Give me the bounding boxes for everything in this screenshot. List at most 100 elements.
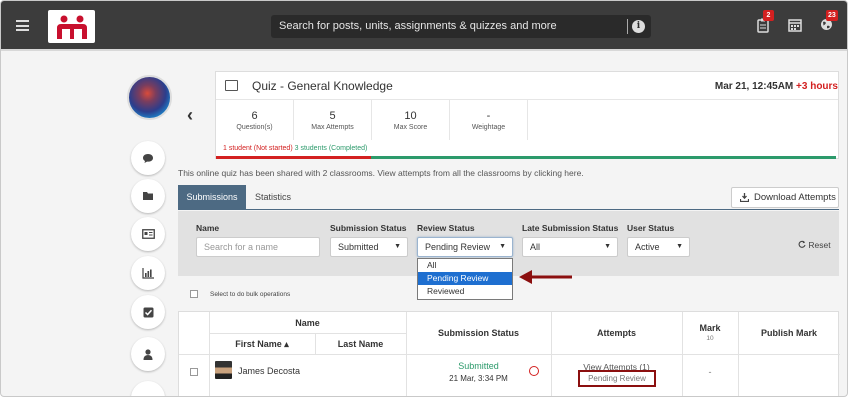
info-icon[interactable]: i — [632, 20, 645, 33]
name-column-header: Name — [295, 318, 320, 328]
publish-mark-column-header: Publish Mark — [760, 328, 817, 338]
top-bar: Search for posts, units, assignments & q… — [1, 1, 847, 51]
chevron-down-icon: ▼ — [499, 243, 506, 250]
back-chevron-icon[interactable]: ‹ — [187, 105, 193, 126]
chevron-down-icon: ▼ — [394, 243, 401, 250]
quiz-card-header: Quiz - General Knowledge Mar 21, 12:45AM… — [216, 72, 838, 100]
download-icon — [740, 193, 749, 202]
name-filter-label: Name — [196, 223, 220, 233]
shared-text: This online quiz has been shared with 2 … — [178, 168, 532, 178]
completion-bar — [216, 156, 836, 159]
submissions-table: Name First Name ▴ Last Name Submission S… — [178, 311, 840, 396]
menu-icon[interactable] — [16, 20, 29, 31]
row-select-checkbox[interactable] — [190, 368, 198, 376]
assignments-badge: 2 — [763, 10, 774, 21]
clicking-here-link[interactable]: clicking here. — [534, 168, 584, 178]
search-placeholder: Search for posts, units, assignments & q… — [279, 20, 557, 32]
stat-value: 10 — [404, 110, 417, 122]
completed-bar — [371, 156, 836, 159]
not-started-count[interactable]: 1 student (Not started) — [223, 145, 293, 152]
quiz-stats: 6 Question(s) 5 Max Attempts 10 Max Score -… — [216, 100, 528, 140]
mark-value: - — [708, 367, 712, 377]
chevron-down-icon: ▼ — [604, 243, 611, 250]
reset-icon — [798, 240, 806, 248]
user-status-select[interactable]: Active ▼ — [627, 237, 690, 257]
stat-max-score: 10 Max Score — [372, 100, 450, 140]
first-name-column-header[interactable]: First Name ▴ — [209, 339, 315, 350]
not-started-bar — [216, 156, 371, 159]
late-submission-value: All — [530, 242, 541, 252]
search-input[interactable]: Search for posts, units, assignments & q… — [271, 15, 651, 38]
id-card-icon[interactable] — [131, 217, 165, 251]
bulk-select-checkbox[interactable] — [190, 290, 198, 298]
stat-label: Max Attempts — [311, 124, 354, 131]
bar-chart-icon[interactable] — [131, 256, 165, 290]
stat-value: - — [486, 110, 491, 122]
name-search-input[interactable]: Search for a name — [196, 237, 320, 257]
notifications-badge: 23 — [826, 10, 838, 21]
student-avatar — [215, 361, 232, 379]
folder-icon[interactable] — [131, 179, 165, 213]
download-attempts-button[interactable]: Download Attempts — [731, 187, 839, 208]
tab-underline — [178, 209, 839, 210]
review-status-label: Review Status — [417, 223, 475, 233]
review-option-all[interactable]: All — [418, 259, 512, 272]
stat-weightage: - Weightage — [450, 100, 528, 140]
tab-statistics[interactable]: Statistics — [255, 185, 291, 209]
annotation-arrow — [519, 270, 572, 284]
user-status-label: User Status — [627, 223, 675, 233]
user-icon[interactable] — [131, 337, 165, 371]
review-status-select[interactable]: Pending Review ▼ — [417, 237, 513, 257]
submission-status-column-header: Submission Status — [437, 328, 519, 338]
chat-icon[interactable] — [131, 141, 165, 175]
late-submission-label: Late Submission Status — [522, 223, 619, 233]
row-divider — [179, 354, 840, 355]
checkbox-icon[interactable] — [131, 295, 165, 329]
mark-max-label: 10 — [706, 335, 714, 342]
submission-status-select[interactable]: Submitted ▼ — [330, 237, 408, 257]
submission-date: 21 Mar, 3:34 PM — [449, 374, 508, 383]
late-submission-select[interactable]: All ▼ — [522, 237, 618, 257]
user-status-value: Active — [635, 242, 660, 252]
globe-icon[interactable]: 23 — [820, 10, 838, 34]
mark-column-header: Mark — [699, 323, 721, 333]
classroom-avatar[interactable] — [127, 75, 172, 120]
shared-notice: This online quiz has been shared with 2 … — [178, 168, 584, 178]
reset-label: Reset — [808, 240, 831, 250]
pending-review-link[interactable]: Pending Review — [588, 374, 646, 383]
completion-summary: 1 student (Not started) 3 students (Comp… — [223, 145, 367, 152]
review-option-reviewed[interactable]: Reviewed — [418, 285, 512, 298]
bulk-operations-label: Select to do bulk operations — [210, 291, 291, 298]
more-rail-button[interactable] — [131, 381, 165, 396]
tab-submissions[interactable]: Submissions — [178, 185, 246, 209]
download-attempts-label: Download Attempts — [754, 192, 836, 203]
last-name-column-header[interactable]: Last Name — [315, 339, 406, 349]
quiz-date-text: Mar 21, 12:45AM — [714, 81, 794, 92]
quiz-card: Quiz - General Knowledge Mar 21, 12:45AM… — [215, 71, 839, 159]
review-status-value: Pending Review — [425, 242, 491, 252]
stat-value: 5 — [329, 110, 336, 122]
clipboard-icon[interactable]: 2 — [757, 10, 774, 34]
logo[interactable] — [48, 10, 95, 43]
stat-value: 6 — [251, 110, 258, 122]
completed-count[interactable]: 3 students (Completed) — [295, 145, 368, 152]
quiz-date: Mar 21, 12:45AM +3 hours — [715, 81, 838, 92]
reset-button[interactable]: Reset — [798, 240, 831, 250]
search-divider — [627, 19, 628, 34]
late-timer-icon — [529, 366, 539, 376]
app-window: Search for posts, units, assignments & q… — [0, 0, 848, 397]
student-first-name[interactable]: James Decosta — [238, 366, 300, 376]
stat-label: Weightage — [471, 124, 506, 131]
row-divider — [209, 333, 406, 334]
stat-questions: 6 Question(s) — [216, 100, 294, 140]
calendar-icon[interactable] — [788, 18, 804, 34]
stat-max-attempts: 5 Max Attempts — [294, 100, 372, 140]
review-option-pending-review[interactable]: Pending Review — [418, 272, 512, 285]
submission-status-value: Submitted — [338, 242, 379, 252]
chevron-down-icon: ▼ — [676, 243, 683, 250]
quiz-extra-hours: +3 hours — [796, 81, 838, 92]
quiz-icon — [225, 80, 238, 91]
attempts-column-header: Attempts — [596, 328, 636, 338]
review-status-dropdown: All Pending Review Reviewed — [417, 258, 513, 300]
submission-status-label: Submission Status — [330, 223, 407, 233]
